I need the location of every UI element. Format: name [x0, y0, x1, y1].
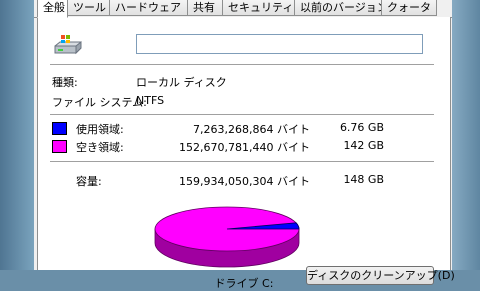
tab-security[interactable]: セキュリティ: [222, 0, 295, 16]
used-space-size: 6.76 GB: [339, 121, 384, 134]
used-space-label: 使用領域:: [76, 123, 124, 136]
disk-usage-pie-chart: [154, 206, 300, 268]
separator: [50, 161, 434, 162]
filesystem-label: ファイル システム:: [52, 96, 147, 109]
used-space-swatch: [52, 122, 67, 135]
capacity-label: 容量:: [76, 175, 102, 188]
hard-drive-icon: [54, 35, 82, 55]
tab-tools[interactable]: ツール: [67, 0, 110, 16]
tab-sharing[interactable]: 共有: [187, 0, 223, 16]
separator: [50, 114, 434, 115]
tab-hardware[interactable]: ハードウェア: [109, 0, 188, 16]
drive-name-input[interactable]: [136, 34, 423, 54]
free-space-size: 142 GB: [343, 139, 384, 152]
type-label: 種類:: [52, 76, 78, 89]
used-space-bytes: 7,263,268,864 バイト: [193, 123, 310, 136]
tab-bar: 全般 ツール ハードウェア 共有 セキュリティ 以前のバージョン クォータ: [34, 0, 452, 18]
capacity-size: 148 GB: [343, 173, 384, 186]
properties-dialog: 全般 ツール ハードウェア 共有 セキュリティ 以前のバージョン クォータ 種類…: [34, 0, 455, 290]
window-background-left: [0, 0, 34, 270]
filesystem-value: NTFS: [136, 94, 165, 107]
capacity-bytes: 159,934,050,304 バイト: [179, 175, 310, 188]
window-background-right: [452, 0, 480, 270]
free-space-label: 空き領域:: [76, 141, 124, 154]
type-value: ローカル ディスク: [136, 76, 227, 89]
general-panel: 種類: ローカル ディスク ファイル システム: NTFS 使用領域: 7,26…: [37, 17, 455, 290]
free-space-swatch: [52, 140, 67, 153]
tab-quota[interactable]: クォータ: [381, 0, 437, 16]
tab-previous-versions[interactable]: 以前のバージョン: [294, 0, 388, 16]
free-space-bytes: 152,670,781,440 バイト: [179, 141, 310, 154]
disk-cleanup-button[interactable]: ディスクのクリーンアップ(D): [306, 266, 455, 285]
tab-general[interactable]: 全般: [37, 0, 68, 18]
separator: [50, 64, 434, 65]
